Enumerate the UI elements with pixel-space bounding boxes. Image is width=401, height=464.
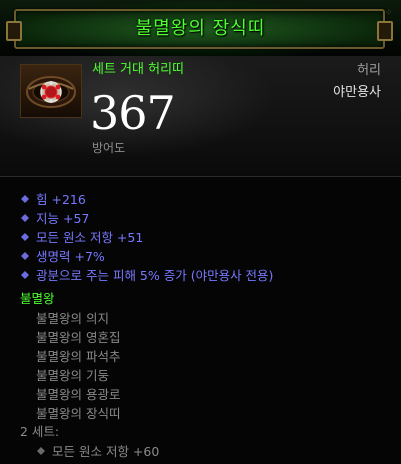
stat-line: 힘 +216 — [20, 190, 273, 209]
set-piece: 불멸왕의 파석추 — [36, 349, 121, 364]
armor-value: 367 — [90, 86, 176, 140]
set-bonus-label: 2 세트: — [20, 424, 60, 439]
item-name: 불멸왕의 장식띠 — [135, 18, 266, 39]
set-piece: 불멸왕의 영혼집 — [36, 330, 121, 345]
diamond-bullet-icon — [37, 447, 45, 455]
stat-line: 모든 원소 저항 +51 — [20, 228, 273, 247]
set-bonus-line: 모든 원소 저항 +60 — [36, 442, 159, 461]
set-bonus-text: 모든 원소 저항 +60 — [52, 444, 160, 459]
header-divider — [0, 176, 401, 177]
set-pieces-list: 불멸왕의 의지 불멸왕의 영혼집 불멸왕의 파석추 불멸왕의 기둥 불멸왕의 용… — [36, 309, 120, 423]
item-type: 세트 거대 허리띠 — [92, 62, 184, 77]
stats-list: 힘 +216 지능 +57 모든 원소 저항 +51 생명력 +7% 광분으로 … — [20, 190, 273, 285]
item-tooltip: 불멸왕의 장식띠 ⁘ 세트 거대 허리띠 허리 야만용사 367 방어도 힘 +… — [0, 0, 401, 464]
diamond-bullet-icon — [21, 195, 29, 203]
belt-icon — [20, 64, 82, 118]
diamond-bullet-icon — [21, 252, 29, 260]
stat-line: 생명력 +7% — [20, 247, 273, 266]
diamond-bullet-icon — [21, 271, 29, 279]
title-banner: 불멸왕의 장식띠 ⁘ — [0, 0, 401, 56]
diamond-bullet-icon — [21, 233, 29, 241]
diamond-bullet-icon — [21, 214, 29, 222]
set-piece: 불멸왕의 의지 — [36, 311, 109, 326]
item-slot: 허리 — [357, 63, 381, 78]
set-piece: 불멸왕의 장식띠 — [36, 406, 121, 421]
class-restriction: 야만용사 — [333, 85, 381, 100]
stat-text: 광분으로 주는 피해 5% 증가 (야만용사 전용) — [36, 268, 274, 283]
stat-text: 모든 원소 저항 +51 — [36, 230, 144, 245]
set-name: 불멸왕 — [20, 291, 55, 306]
armor-label: 방어도 — [92, 141, 126, 155]
stat-text: 힘 +216 — [36, 192, 86, 207]
stat-text: 생명력 +7% — [36, 249, 105, 264]
stat-line: 광분으로 주는 피해 5% 증가 (야만용사 전용) — [20, 266, 273, 285]
set-piece: 불멸왕의 기둥 — [36, 368, 109, 383]
set-piece: 불멸왕의 용광로 — [36, 387, 121, 402]
stat-line: 지능 +57 — [20, 209, 273, 228]
stat-text: 지능 +57 — [36, 211, 90, 226]
corner-ornament-icon: ⁘ — [385, 8, 393, 18]
